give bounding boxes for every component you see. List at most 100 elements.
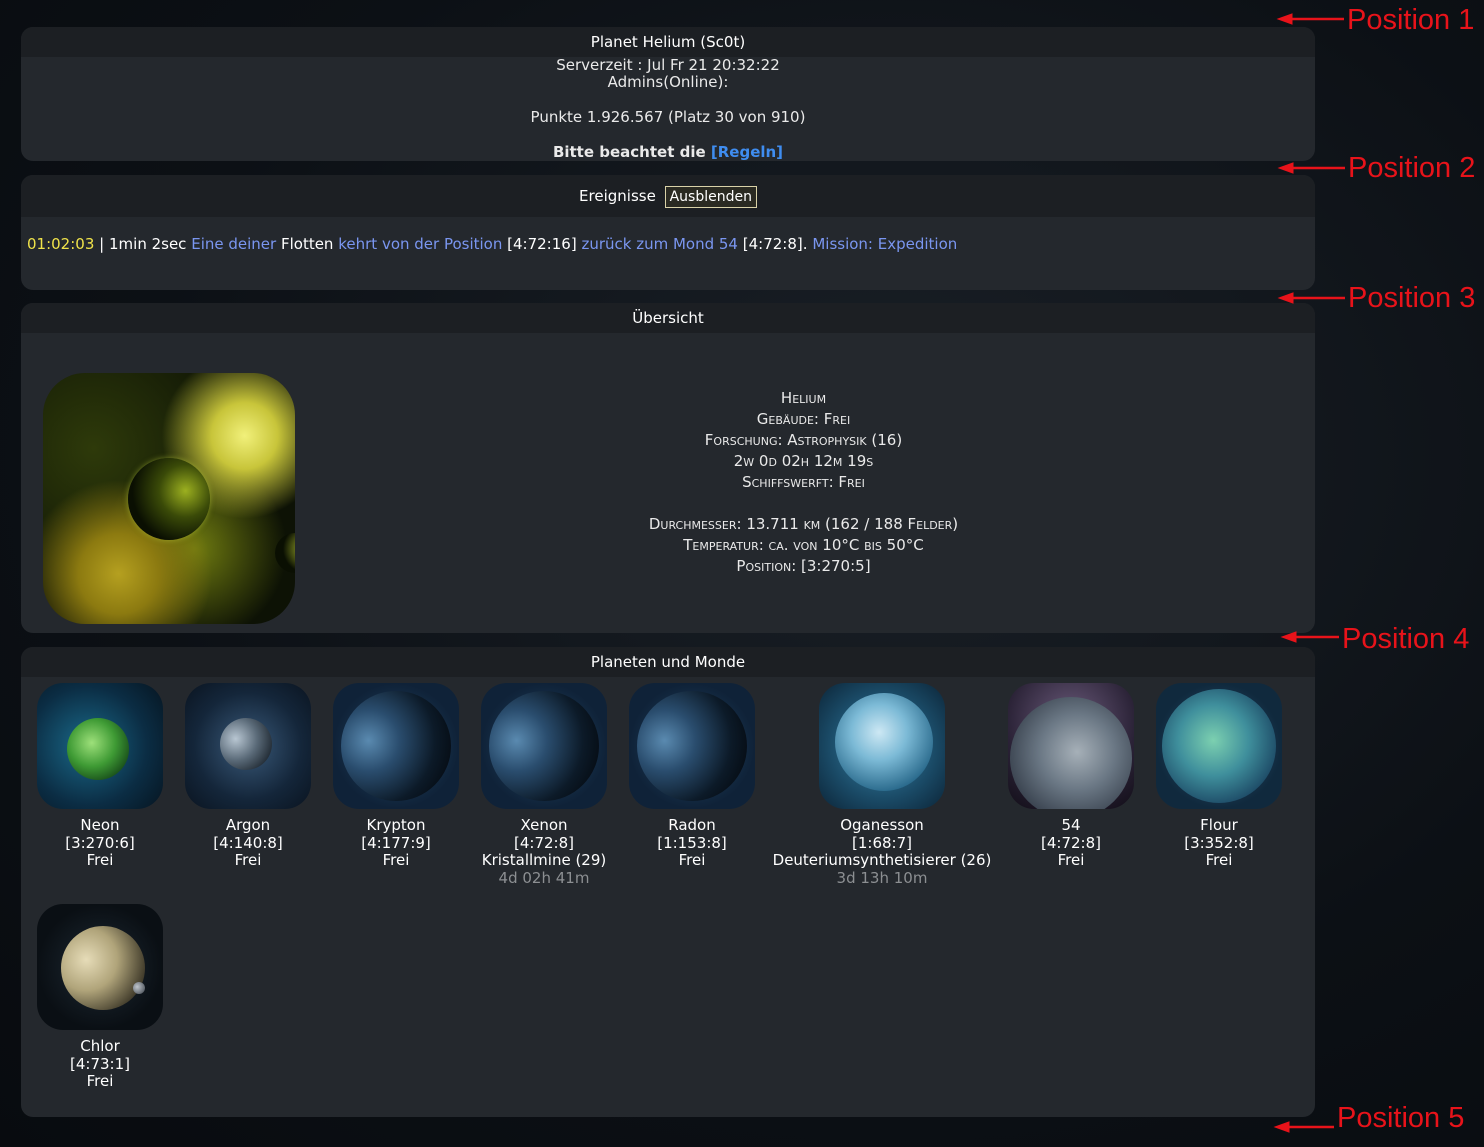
planet-name: Krypton — [366, 816, 426, 834]
planet-orb — [1162, 689, 1276, 803]
events-title: Ereignisse — [579, 187, 656, 205]
planet-thumb[interactable] — [629, 683, 755, 809]
planet-name: Argon — [225, 816, 271, 834]
planet-coords: [3:270:6] — [65, 833, 135, 852]
hide-events-button[interactable]: Ausblenden — [664, 185, 757, 208]
planet-thumb[interactable] — [37, 683, 163, 809]
annotation-label-3: Position 3 — [1348, 282, 1476, 314]
event-mission: Mission: Expedition — [812, 235, 958, 253]
overview-title: Übersicht — [21, 303, 1315, 333]
event-fleets-link[interactable]: Flotten — [281, 235, 333, 253]
rules-link[interactable]: [Regeln] — [711, 143, 783, 161]
event-duration: 1min 2sec — [109, 235, 187, 253]
annotation-label-4: Position 4 — [1342, 623, 1470, 655]
buildings-status: Gebäude: Frei — [756, 410, 851, 428]
temperature: Temperatur: ca. von 10°C bis 50°C — [683, 536, 924, 554]
planet-status: Frei — [1205, 851, 1233, 869]
planet-coords: [3:352:8] — [1184, 833, 1254, 852]
planet-orb — [128, 458, 210, 540]
planet-card-flour[interactable]: Flour [3:352:8] Frei — [1156, 683, 1282, 870]
planet-thumb[interactable] — [819, 683, 945, 809]
rules-notice: Bitte beachtet die [Regeln] — [21, 144, 1315, 161]
planet-status: Kristallmine (29) — [481, 851, 607, 869]
moon-orb — [1010, 697, 1132, 809]
points: Punkte 1.926.567 (Platz 30 von 910) — [530, 108, 806, 126]
planet-status: Frei — [382, 851, 410, 869]
planet-card-argon[interactable]: Argon [4:140:8] Frei — [185, 683, 311, 870]
research-time: 2w 0d 02h 12m 19s — [733, 452, 874, 470]
planet-name: Helium — [780, 389, 827, 407]
planet-thumb[interactable] — [185, 683, 311, 809]
annotation-arrow-head — [1280, 631, 1297, 643]
planet-orb — [220, 718, 272, 770]
planet-thumb[interactable] — [333, 683, 459, 809]
research-status: Forschung: Astrophysik (16) — [704, 431, 903, 449]
build-timer: 3d 13h 10m — [836, 868, 928, 887]
planet-header-panel: Planet Helium (Sc0t) Serverzeit : Jul Fr… — [21, 27, 1315, 161]
planet-name: 54 — [1061, 816, 1081, 834]
planet-position: Position: [3:270:5] — [736, 557, 871, 575]
annotation-arrow-head — [1277, 162, 1294, 174]
event-separator: | — [99, 235, 105, 253]
planet-status: Deuteriumsynthetisierer (26) — [772, 851, 992, 869]
event-time: 01:02:03 — [27, 235, 95, 253]
planet-thumb[interactable] — [37, 904, 163, 1030]
planet-image[interactable] — [43, 373, 295, 624]
annotation-label-1: Position 1 — [1347, 4, 1475, 36]
planet-name: Chlor — [80, 1037, 120, 1055]
event-dot: . — [802, 235, 808, 253]
planet-coords: [1:68:7] — [852, 833, 912, 852]
planet-orb — [835, 693, 933, 791]
overview-panel: Übersicht Helium Gebäude: Frei Forschung… — [21, 303, 1315, 633]
moon-orb — [275, 533, 295, 573]
planet-coords: [4:72:8] — [1041, 833, 1101, 852]
planet-thumb[interactable] — [481, 683, 607, 809]
planet-card-54[interactable]: 54 [4:72:8] Frei — [1008, 683, 1134, 870]
planet-status: Frei — [234, 851, 262, 869]
planet-coords: [4:140:8] — [213, 833, 283, 852]
events-header: Ereignisse Ausblenden — [21, 175, 1315, 217]
events-panel: Ereignisse Ausblenden 01:02:03 | 1min 2s… — [21, 175, 1315, 290]
planet-status: Frei — [86, 1072, 114, 1090]
planet-thumb[interactable] — [1008, 683, 1134, 809]
annotation-label-2: Position 2 — [1348, 152, 1476, 184]
rules-prefix: Bitte beachtet die — [552, 143, 706, 161]
planet-status: Frei — [1057, 851, 1085, 869]
event-row: 01:02:03 | 1min 2sec Eine deiner Flotten… — [21, 217, 1315, 253]
planet-name: Oganesson — [840, 816, 924, 834]
planet-coords: [4:73:1] — [70, 1054, 130, 1073]
planets-title: Planeten und Monde — [21, 647, 1315, 677]
event-text-2: kehrt von der Position — [338, 235, 503, 253]
planet-card-oganesson[interactable]: Oganesson [1:68:7] Deuteriumsynthetisier… — [767, 683, 997, 887]
planet-card-chlor[interactable]: Chlor [4:73:1] Frei — [37, 904, 163, 1091]
planet-name: Radon — [668, 816, 716, 834]
event-from-coords[interactable]: [4:72:16] — [507, 235, 577, 253]
planets-panel: Planeten und Monde Neon [3:270:6] Frei A… — [21, 647, 1315, 1117]
planet-name: Neon — [80, 816, 120, 834]
small-moon-orb — [133, 982, 145, 994]
planet-info: Helium Gebäude: Frei Forschung: Astrophy… — [491, 388, 1116, 577]
planet-orb — [489, 691, 599, 801]
planet-card-neon[interactable]: Neon [3:270:6] Frei — [37, 683, 163, 870]
planet-thumb[interactable] — [1156, 683, 1282, 809]
planet-coords: [1:153:8] — [657, 833, 727, 852]
event-text-3: zurück zum Mond 54 — [581, 235, 738, 253]
planet-card-xenon[interactable]: Xenon [4:72:8] Kristallmine (29) 4d 02h … — [461, 683, 627, 887]
build-timer: 4d 02h 41m — [498, 868, 590, 887]
server-time: Serverzeit : Jul Fr 21 20:32:22 — [556, 56, 780, 74]
annotation-label-5: Position 5 — [1337, 1102, 1465, 1134]
planet-status: Frei — [86, 851, 114, 869]
admins-online: Admins(Online): — [607, 73, 729, 91]
moon-orb — [61, 926, 145, 1010]
event-to-coords[interactable]: [4:72:8] — [743, 235, 803, 253]
annotation-arrow-head — [1276, 13, 1293, 25]
planet-name: Flour — [1200, 816, 1238, 834]
event-text-1: Eine deiner — [191, 235, 277, 253]
shipyard-status: Schiffswerft: Frei — [742, 473, 865, 491]
planet-status: Frei — [678, 851, 706, 869]
planet-orb — [637, 691, 747, 801]
planet-card-radon[interactable]: Radon [1:153:8] Frei — [629, 683, 755, 870]
annotation-arrow-head — [1273, 1121, 1290, 1133]
planet-card-krypton[interactable]: Krypton [4:177:9] Frei — [333, 683, 459, 870]
